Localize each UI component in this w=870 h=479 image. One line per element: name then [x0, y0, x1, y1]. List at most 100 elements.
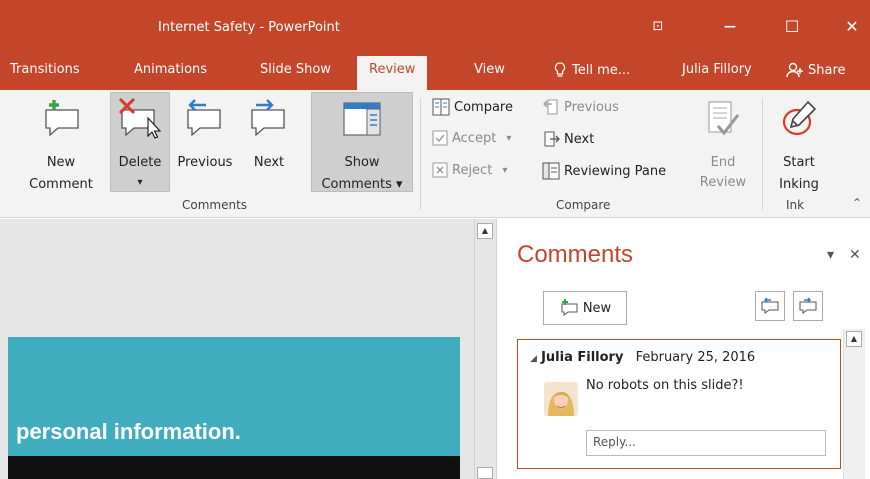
show-comments-button[interactable]: Show Comments ▾ — [311, 96, 413, 192]
next-change-label: Next — [564, 131, 595, 147]
ink-group-label: Ink — [786, 198, 805, 212]
close-window-button[interactable]: ✕ — [834, 14, 870, 38]
compare-icon — [432, 98, 450, 116]
slide-scrollbar[interactable]: ▲ — [474, 219, 496, 479]
collapse-ribbon-chevron-icon[interactable]: ⌃ — [852, 196, 862, 210]
account-user[interactable]: Julia Fillory — [682, 62, 752, 77]
comment-text: No robots on this slide?! — [586, 378, 744, 393]
comment-header: ◢ Julia Fillory February 25, 2016 — [530, 350, 755, 365]
compare-button[interactable]: Compare — [432, 98, 513, 116]
lightbulb-icon — [554, 62, 566, 77]
minimize-icon: — — [724, 19, 736, 33]
maximize-button[interactable]: ☐ — [774, 14, 810, 38]
start-inking-button[interactable]: Start Inking — [768, 96, 830, 192]
accept-label: Accept — [452, 130, 497, 146]
reviewing-pane-icon — [542, 162, 560, 180]
accept-button[interactable]: Accept ▾ — [432, 130, 511, 146]
next-change-icon — [544, 131, 560, 147]
start-inking-line2: Inking — [779, 177, 819, 192]
comments-group-label: Comments — [182, 198, 248, 212]
previous-change-button[interactable]: Previous — [542, 98, 619, 116]
compare-label: Compare — [454, 99, 513, 115]
next-change-button[interactable]: Next — [542, 130, 594, 148]
new-comment-button[interactable]: New Comment — [28, 96, 94, 196]
accept-icon — [432, 130, 448, 146]
previous-comment-icon — [187, 99, 221, 137]
delete-label: Delete — [118, 155, 162, 170]
delete-comment-button[interactable]: Delete ▾ — [110, 96, 170, 192]
tell-me-search[interactable]: Tell me... — [554, 62, 630, 78]
pane-next-comment-button[interactable] — [793, 291, 823, 321]
new-comment-pane-label: New — [582, 300, 612, 316]
previous-comment-small-icon — [761, 297, 779, 314]
reviewing-pane-button[interactable]: Reviewing Pane — [542, 162, 666, 180]
scroll-up-arrow-icon[interactable]: ▲ — [477, 223, 493, 239]
next-comment-button[interactable]: Next — [240, 96, 298, 176]
start-inking-line1: Start — [783, 155, 815, 170]
scroll-down-arrow-icon[interactable] — [477, 467, 493, 479]
group-separator — [420, 98, 421, 210]
ribbon-review: New Comment Delete ▾ Previous Next Show … — [0, 90, 870, 218]
next-comment-small-icon — [799, 297, 817, 314]
slide-visible-text: personal information. — [16, 419, 241, 444]
ribbon-tabs: Transitions Animations Slide Show Review… — [0, 52, 870, 90]
new-comment-pane-button[interactable]: New — [543, 291, 627, 325]
previous-label: Previous — [177, 155, 233, 170]
pane-close-icon[interactable]: ✕ — [849, 247, 861, 263]
comment-card[interactable]: ◢ Julia Fillory February 25, 2016 No rob… — [517, 339, 841, 469]
tab-animations[interactable]: Animations — [134, 62, 207, 77]
comment-date: February 25, 2016 — [635, 350, 756, 365]
share-person-icon — [786, 62, 803, 78]
reject-label: Reject — [452, 162, 493, 178]
reject-dropdown-chevron-icon[interactable]: ▾ — [502, 165, 507, 176]
tab-view[interactable]: View — [474, 62, 505, 77]
compare-group-label: Compare — [556, 198, 611, 212]
window-title: Internet Safety - PowerPoint — [158, 20, 340, 35]
show-comments-icon — [343, 102, 381, 136]
new-comment-icon — [45, 100, 79, 137]
show-comments-line1: Show — [344, 155, 380, 170]
reject-button[interactable]: Reject ▾ — [432, 162, 507, 178]
comments-pane-title: Comments — [517, 241, 634, 268]
ribbon-display-options-button[interactable]: ⊡ — [640, 14, 676, 38]
share-label: Share — [808, 62, 846, 78]
reviewing-pane-label: Reviewing Pane — [564, 163, 667, 179]
new-comment-line2: Comment — [29, 177, 93, 192]
inking-pen-icon — [782, 100, 817, 136]
next-comment-icon — [251, 99, 285, 137]
pane-options-chevron-icon[interactable]: ▾ — [827, 247, 834, 263]
end-review-button[interactable]: End Review — [692, 96, 754, 192]
accept-dropdown-chevron-icon[interactable]: ▾ — [506, 133, 511, 144]
end-review-line1: End — [710, 155, 736, 170]
share-button[interactable]: Share — [786, 62, 846, 78]
new-comment-line1: New — [46, 155, 76, 170]
new-comment-small-icon — [561, 299, 578, 316]
reply-input[interactable]: Reply... — [586, 430, 826, 456]
comments-scrollbar[interactable]: ▲ — [843, 329, 865, 479]
delete-comment-icon — [118, 98, 162, 139]
delete-dropdown-chevron-icon[interactable]: ▾ — [110, 172, 170, 193]
comments-scroll-up-arrow-icon[interactable]: ▲ — [846, 331, 862, 347]
tab-slide-show[interactable]: Slide Show — [260, 62, 331, 77]
slide-dark-band — [8, 456, 460, 479]
comment-author: Julia Fillory — [541, 350, 624, 365]
maximize-icon: ☐ — [784, 16, 800, 36]
end-review-line2: Review — [699, 175, 747, 190]
reject-icon — [432, 162, 448, 178]
previous-change-label: Previous — [564, 99, 619, 115]
group-separator — [762, 98, 763, 210]
ribbon-display-icon: ⊡ — [652, 18, 664, 34]
avatar — [544, 382, 578, 416]
tell-me-label: Tell me... — [572, 62, 631, 78]
minimize-button[interactable]: — — [712, 14, 748, 38]
tab-review[interactable]: Review — [357, 56, 428, 90]
previous-change-icon — [543, 99, 558, 115]
tab-transitions[interactable]: Transitions — [10, 62, 80, 77]
collapse-thread-triangle-icon[interactable]: ◢ — [530, 354, 537, 364]
previous-comment-button[interactable]: Previous — [172, 96, 238, 176]
end-review-icon — [708, 101, 740, 136]
comments-pane: Comments ▾ ✕ New ◢ Julia Fillory Februar… — [496, 219, 870, 479]
pane-previous-comment-button[interactable] — [755, 291, 785, 321]
avatar-portrait-icon — [544, 382, 578, 416]
title-bar: Internet Safety - PowerPoint ⊡ — ☐ ✕ — [0, 0, 870, 52]
